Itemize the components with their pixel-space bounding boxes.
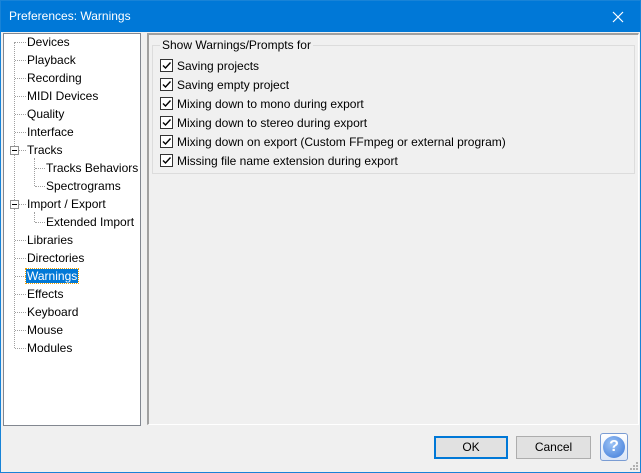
- ok-button[interactable]: OK: [434, 436, 508, 459]
- help-button[interactable]: ?: [600, 433, 628, 461]
- tree-item-devices[interactable]: Devices: [26, 34, 71, 50]
- tree-item-tracks-behaviors[interactable]: Tracks Behaviors: [45, 160, 139, 176]
- close-icon: [612, 11, 624, 22]
- mixing-stereo-checkbox[interactable]: Mixing down to stereo during export: [160, 115, 367, 131]
- collapse-icon[interactable]: [10, 200, 19, 209]
- window-title: Preferences: Warnings: [9, 9, 131, 23]
- checkmark-icon: [162, 157, 172, 165]
- tree-item-keyboard[interactable]: Keyboard: [26, 304, 79, 320]
- mixing-custom-ffmpeg-checkbox[interactable]: Mixing down on export (Custom FFmpeg or …: [160, 134, 506, 150]
- tree-item-effects[interactable]: Effects: [26, 286, 64, 302]
- title-bar[interactable]: Preferences: Warnings: [1, 1, 640, 32]
- saving-empty-project-checkbox[interactable]: Saving empty project: [160, 77, 289, 93]
- tree-item-midi-devices[interactable]: MIDI Devices: [26, 88, 99, 104]
- tree-item-import-export[interactable]: Import / Export: [26, 196, 107, 212]
- checkmark-icon: [162, 62, 172, 70]
- group-label: Show Warnings/Prompts for: [160, 38, 313, 52]
- tree-item-quality[interactable]: Quality: [26, 106, 65, 122]
- warnings-group: Show Warnings/Prompts for Saving project…: [152, 38, 635, 174]
- cancel-button[interactable]: Cancel: [516, 436, 591, 459]
- tree-item-tracks[interactable]: Tracks: [26, 142, 64, 158]
- mixing-mono-checkbox[interactable]: Mixing down to mono during export: [160, 96, 364, 112]
- tree-item-recording[interactable]: Recording: [26, 70, 83, 86]
- collapse-icon[interactable]: [10, 146, 19, 155]
- tree-item-mouse[interactable]: Mouse: [26, 322, 64, 338]
- tree-item-playback[interactable]: Playback: [26, 52, 77, 68]
- tree-item-libraries[interactable]: Libraries: [26, 232, 74, 248]
- tree-item-directories[interactable]: Directories: [26, 250, 85, 266]
- tree-item-interface[interactable]: Interface: [26, 124, 75, 140]
- category-tree[interactable]: Devices Playback Recording MIDI Devices …: [3, 33, 141, 426]
- saving-projects-checkbox[interactable]: Saving projects: [160, 58, 259, 74]
- checkmark-icon: [162, 119, 172, 127]
- tree-item-warnings[interactable]: Warnings: [24, 268, 80, 284]
- help-icon: ?: [603, 436, 625, 458]
- tree-item-extended-import[interactable]: Extended Import: [45, 214, 135, 230]
- close-button[interactable]: [596, 1, 640, 32]
- resize-grip-icon[interactable]: [629, 461, 639, 471]
- checkmark-icon: [162, 81, 172, 89]
- tree-item-spectrograms[interactable]: Spectrograms: [45, 178, 122, 194]
- tree-item-modules[interactable]: Modules: [26, 340, 73, 356]
- checkmark-icon: [162, 100, 172, 108]
- missing-extension-checkbox[interactable]: Missing file name extension during expor…: [160, 153, 398, 169]
- warnings-panel: Show Warnings/Prompts for Saving project…: [147, 33, 639, 425]
- checkmark-icon: [162, 138, 172, 146]
